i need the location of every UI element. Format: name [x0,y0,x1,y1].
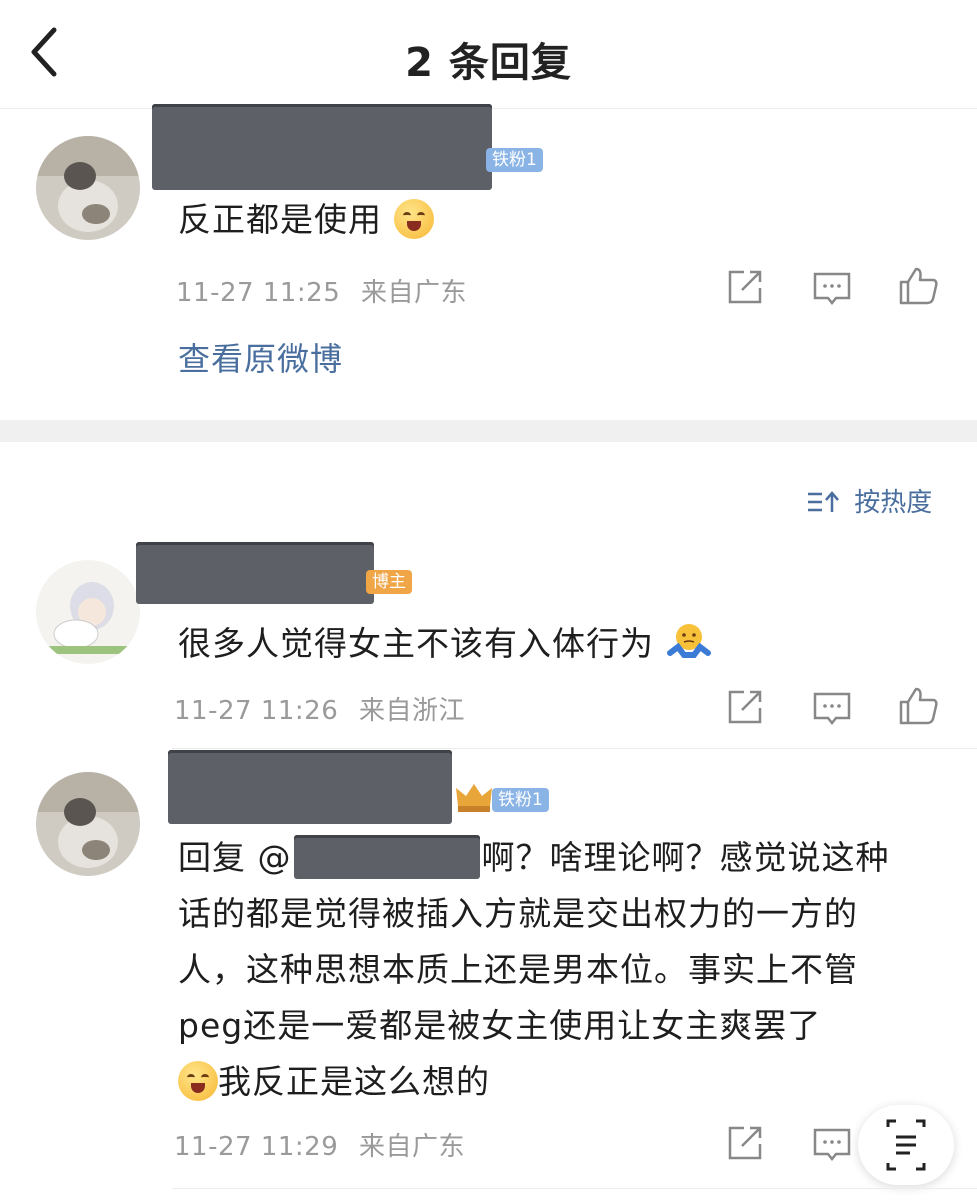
share-icon[interactable] [722,686,766,730]
divider [172,748,977,749]
blogger-badge-label: 博主 [366,570,412,594]
fan-badge-label: 铁粉1 [486,148,543,172]
redacted-mention [293,835,480,879]
avatar[interactable] [36,560,140,664]
section-separator [0,420,977,442]
fan-badge: 铁粉1 [486,148,543,172]
reply-line-1-text: 啊？啥理论啊？感觉说这种 [481,838,890,877]
like-thumb-icon[interactable] [896,264,940,308]
avatar[interactable] [36,136,140,240]
reply-time: 11-27 11:26 [174,696,339,726]
comment-icon[interactable] [810,266,854,310]
reply-prefix: 回复 @ [178,838,292,877]
comment-time: 11-27 11:25 [176,278,341,308]
comment-icon[interactable] [810,1122,854,1166]
divider [172,1188,977,1189]
redacted-username [168,750,452,824]
view-original-post-link[interactable]: 查看原微博 [178,334,343,380]
reply-time: 11-27 11:29 [174,1132,339,1162]
comment-text-body: 反正都是使用 [178,200,382,239]
reply-line-4: peg还是一爱都是被女主使用让女主爽罢了 [178,1006,822,1045]
reply-location: 来自浙江 [359,696,466,726]
reply-line-5: 我反正是这么想的 [178,1054,938,1110]
scan-text-icon [886,1119,926,1171]
reply-text: 很多人觉得女主不该有入体行为 [178,616,712,672]
sort-icon [806,488,848,518]
laughing-emoji-icon [393,199,434,239]
redacted-username [136,542,374,604]
share-icon[interactable] [722,266,766,310]
reply-line-5-text: 我反正是这么想的 [218,1062,490,1101]
share-icon[interactable] [722,1122,766,1166]
reply-text-body: 很多人觉得女主不该有入体行为 [178,624,654,663]
comment-meta: 11-27 11:25 来自广东 [176,272,467,309]
comment-icon[interactable] [810,686,854,730]
comment-text: 反正都是使用 [178,192,434,248]
crown-icon [454,780,494,818]
reply-meta: 11-27 11:26 来自浙江 [174,690,465,727]
sort-label: 按热度 [854,488,933,518]
fan-badge: 铁粉1 [492,788,549,812]
reply-meta: 11-27 11:29 来自广东 [174,1126,465,1163]
fan-badge-label: 铁粉1 [492,788,549,812]
reply-text: 回复 @ 啊？啥理论啊？感觉说这种 话的都是觉得被插入方就是交出权力的一方的 人，… [178,830,938,1110]
reply-line-3: 人，这种思想本质上还是男本位。事实上不管 [178,950,858,989]
like-thumb-icon[interactable] [896,684,940,728]
reply-line-2: 话的都是觉得被插入方就是交出权力的一方的 [178,894,858,933]
reply-line-1: 回复 @ 啊？啥理论啊？感觉说这种 [178,830,938,886]
shrug-emoji-icon [666,623,712,663]
text-scan-button[interactable] [858,1105,954,1185]
laughing-emoji-icon [178,1061,218,1101]
reply-location: 来自广东 [359,1132,466,1162]
blogger-badge: 博主 [366,570,412,594]
comment-location: 来自广东 [361,278,468,308]
redacted-username [152,104,492,190]
sort-toggle[interactable]: 按热度 [806,482,932,519]
avatar[interactable] [36,772,140,876]
page-title: 2 条回复 [405,40,572,86]
